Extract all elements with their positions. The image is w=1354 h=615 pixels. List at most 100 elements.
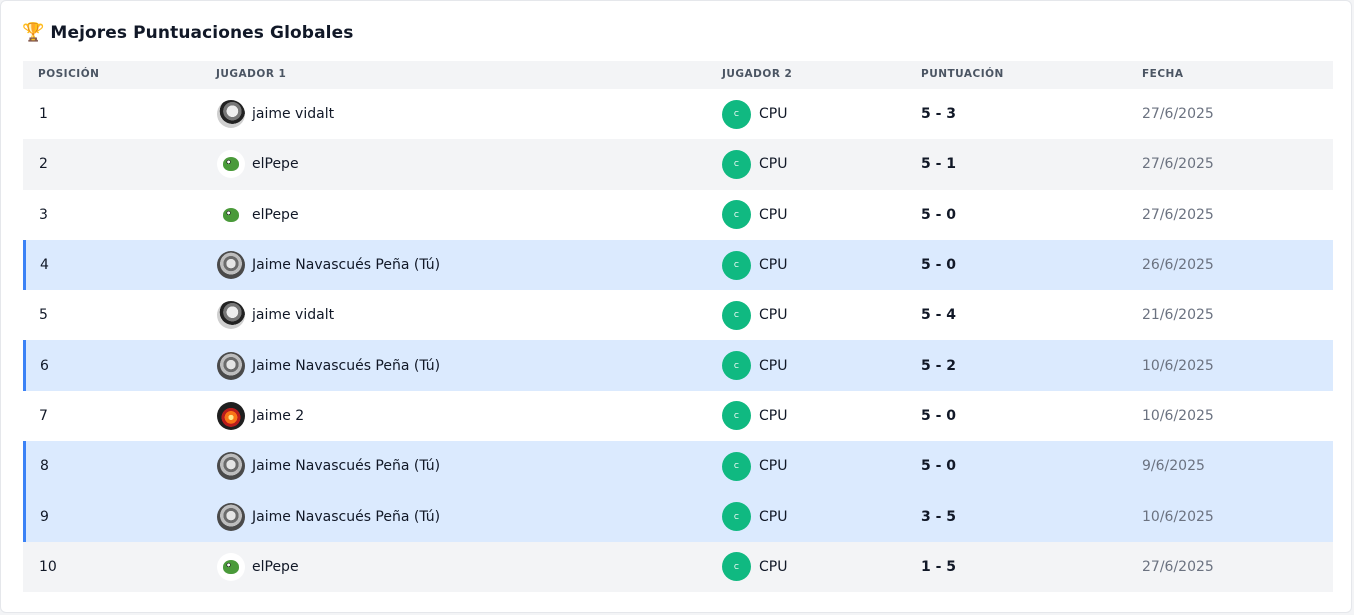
score-value: 5 - 0 — [921, 407, 957, 424]
player2-cell: C CPU — [722, 542, 787, 592]
table-row: 10 elPepe C CPU 1 - 5 27/6/2025 — [23, 541, 1333, 592]
date-value: 10/6/2025 — [1142, 407, 1214, 424]
table-row: 9 Jaime Navascués Peña (Tú) C CPU 3 - 5 … — [23, 491, 1333, 542]
player1-name: Jaime Navascués Peña (Tú) — [252, 257, 441, 274]
date-value: 9/6/2025 — [1142, 458, 1205, 475]
position-cell: 8 — [40, 441, 49, 491]
date-cell: 27/6/2025 — [1142, 190, 1214, 240]
position-cell: 9 — [40, 491, 49, 541]
date-value: 10/6/2025 — [1142, 508, 1214, 525]
leaderboard-card: 🏆 Mejores Puntuaciones Globales POSICIÓN… — [0, 0, 1352, 613]
avatar — [217, 301, 245, 330]
date-cell: 26/6/2025 — [1142, 240, 1214, 290]
avatar — [217, 552, 245, 581]
player1-cell: elPepe — [217, 542, 299, 592]
position-value: 8 — [40, 458, 49, 475]
position-cell: 1 — [39, 89, 48, 139]
score-cell: 5 - 3 — [921, 89, 956, 139]
cpu-avatar: C — [722, 401, 751, 431]
leaderboard-header: 🏆 Mejores Puntuaciones Globales — [22, 21, 353, 45]
player2-cell: C CPU — [722, 391, 787, 441]
cpu-avatar: C — [722, 451, 751, 481]
position-cell: 2 — [39, 139, 48, 189]
player2-cell: C CPU — [722, 89, 787, 139]
cpu-avatar: C — [722, 250, 751, 280]
position-cell: 6 — [40, 340, 49, 390]
player1-name: jaime vidalt — [252, 307, 335, 324]
player2-name: CPU — [759, 458, 788, 475]
player1-name: Jaime Navascués Peña (Tú) — [252, 357, 441, 374]
cpu-avatar: C — [722, 502, 751, 532]
position-cell: 7 — [39, 391, 48, 441]
avatar — [217, 502, 245, 531]
table-row: 4 Jaime Navascués Peña (Tú) C CPU 5 - 0 … — [23, 239, 1333, 291]
table-header: POSICIÓN JUGADOR 1 JUGADOR 2 PUNTUACIÓN … — [23, 61, 1333, 89]
position-value: 2 — [39, 156, 48, 173]
player1-cell: Jaime 2 — [217, 391, 304, 441]
avatar — [217, 452, 245, 481]
date-cell: 21/6/2025 — [1142, 290, 1214, 340]
date-cell: 10/6/2025 — [1142, 491, 1214, 541]
date-value: 27/6/2025 — [1142, 206, 1214, 223]
position-cell: 3 — [39, 190, 48, 240]
scores-table: POSICIÓN JUGADOR 1 JUGADOR 2 PUNTUACIÓN … — [23, 61, 1333, 592]
player2-cell: C CPU — [722, 240, 787, 290]
player2-name: CPU — [759, 407, 788, 424]
player2-name: CPU — [759, 307, 788, 324]
cpu-avatar: C — [722, 99, 751, 129]
score-cell: 3 - 5 — [921, 491, 956, 541]
avatar — [217, 150, 245, 179]
score-value: 5 - 2 — [921, 357, 957, 374]
score-cell: 1 - 5 — [921, 542, 956, 592]
avatar — [217, 251, 245, 280]
player1-cell: Jaime Navascués Peña (Tú) — [217, 441, 440, 491]
player1-name: elPepe — [252, 206, 299, 223]
position-cell: 5 — [39, 290, 48, 340]
player2-cell: C CPU — [722, 139, 787, 189]
player1-name: Jaime Navascués Peña (Tú) — [252, 508, 441, 525]
position-value: 1 — [39, 106, 48, 123]
date-value: 27/6/2025 — [1142, 106, 1214, 123]
cpu-avatar: C — [722, 200, 751, 230]
player2-cell: C CPU — [722, 190, 787, 240]
player2-name: CPU — [759, 508, 788, 525]
player1-name: Jaime 2 — [252, 407, 305, 424]
score-value: 3 - 5 — [921, 508, 957, 525]
column-header-player2: JUGADOR 2 — [722, 68, 793, 80]
column-header-player1: JUGADOR 1 — [216, 68, 287, 80]
score-value: 5 - 0 — [921, 257, 957, 274]
table-row: 1 jaime vidalt C CPU 5 - 3 27/6/2025 — [23, 89, 1333, 139]
score-value: 5 - 4 — [921, 307, 957, 324]
score-value: 1 - 5 — [921, 558, 957, 575]
player1-cell: elPepe — [217, 139, 299, 189]
cpu-avatar: C — [722, 300, 751, 330]
position-value: 3 — [39, 206, 48, 223]
date-cell: 9/6/2025 — [1142, 441, 1205, 491]
position-value: 9 — [40, 508, 49, 525]
player1-cell: jaime vidalt — [217, 89, 334, 139]
avatar — [217, 100, 245, 129]
cpu-avatar: C — [722, 351, 751, 381]
score-cell: 5 - 0 — [921, 190, 956, 240]
score-cell: 5 - 0 — [921, 391, 956, 441]
score-cell: 5 - 2 — [921, 340, 956, 390]
player2-name: CPU — [759, 206, 788, 223]
position-value: 10 — [39, 558, 57, 575]
player2-name: CPU — [759, 156, 788, 173]
player2-name: CPU — [759, 106, 788, 123]
column-header-score: PUNTUACIÓN — [921, 68, 1004, 80]
score-value: 5 - 1 — [921, 156, 957, 173]
player1-name: Jaime Navascués Peña (Tú) — [252, 458, 441, 475]
date-value: 10/6/2025 — [1142, 357, 1214, 374]
trophy-icon: 🏆 — [22, 22, 45, 43]
position-value: 4 — [40, 257, 49, 274]
table-row: 3 elPepe C CPU 5 - 0 27/6/2025 — [23, 190, 1333, 240]
date-cell: 27/6/2025 — [1142, 89, 1214, 139]
player2-cell: C CPU — [722, 441, 787, 491]
avatar — [217, 351, 245, 380]
player1-name: elPepe — [252, 156, 299, 173]
position-value: 6 — [40, 357, 49, 374]
position-value: 7 — [39, 407, 48, 424]
player2-name: CPU — [759, 357, 788, 374]
player1-cell: jaime vidalt — [217, 290, 334, 340]
